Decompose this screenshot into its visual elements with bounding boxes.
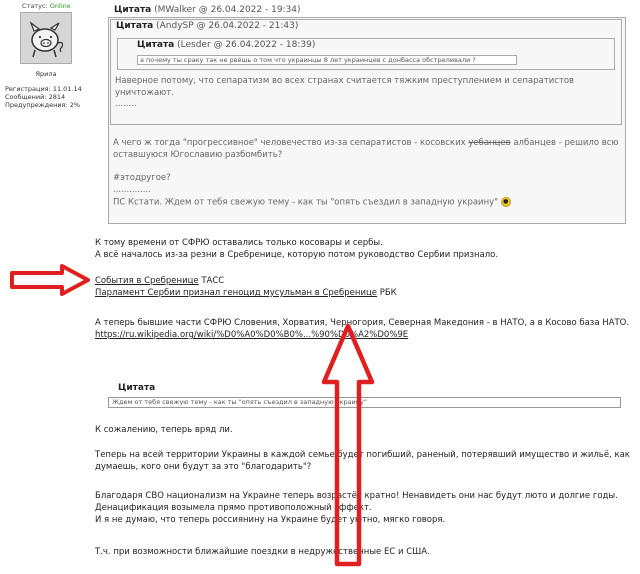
link-source: РБК <box>379 288 397 298</box>
quote-andysp-text: Наверное потому, что сепаратизм во всех … <box>115 76 574 111</box>
quote-mwalker-text: А чего ж тогда "прогрессивное" человечес… <box>113 138 619 209</box>
username[interactable]: Ярила <box>0 70 92 78</box>
post-link-row: Парламент Сербии признал геноцид мусульм… <box>95 287 397 299</box>
quote-andysp-line: Наверное потому, что сепаратизм во всех … <box>115 76 575 86</box>
avatar[interactable] <box>20 12 72 64</box>
user-status: Статус: Online <box>22 2 71 10</box>
quote-mwalker-line: А чего ж тогда "прогрессивное" человечес… <box>113 138 619 150</box>
quote-mwalker-line <box>113 162 619 174</box>
quote-lesder: Цитата (Lesder @ 26.04.2022 - 18:39) а п… <box>117 38 615 70</box>
status-label: Статус: <box>22 2 48 10</box>
quote-header-mwalker: Цитата (MWalker @ 26.04.2022 - 19:34) <box>114 5 301 15</box>
quote-header-lesder: Цитата (Lesder @ 26.04.2022 - 18:39) <box>137 40 315 50</box>
link-source: ТАСС <box>201 276 225 286</box>
arrow-right-icon <box>10 264 90 296</box>
quote-lesder-text: а почему ты сраку так не рвёшь о том что… <box>137 55 517 65</box>
post-line: К тому времени от СФРЮ оставались только… <box>95 238 383 248</box>
quote-mwalker-line: ПС Кстати. Ждем от тебя свежую тему - ка… <box>113 196 619 209</box>
quote-meta: (Lesder @ 26.04.2022 - 18:39) <box>177 40 316 50</box>
quote-mwalker-line: оставшуюся Югославию разбомбить? <box>113 149 283 160</box>
arrow-up-icon <box>321 323 375 567</box>
avatar-pig-icon <box>21 13 71 63</box>
link-srebrenica-events[interactable]: События в Сребренице <box>95 276 199 286</box>
quote-label: Цитата <box>114 5 152 15</box>
user-info: Регистрация: 11.01.14 Сообщений: 2814 Пр… <box>5 85 82 109</box>
quote-line-tail: албанцев - решило всю <box>513 138 619 148</box>
post-paragraph-1: К тому времени от СФРЮ оставались только… <box>95 237 498 261</box>
quote-andysp-line: ........ <box>115 99 137 109</box>
quote-label: Цитата <box>137 40 175 50</box>
status-online: Online <box>49 2 71 10</box>
quote-line-text: ПС Кстати. Ждем от тебя свежую тему - ка… <box>113 197 499 208</box>
quote-label: Цитата <box>116 21 154 31</box>
post-paragraph-6: Т.ч. при возможности ближайшие поездки в… <box>95 547 430 557</box>
post-link-row: События в Сребренице ТАСС <box>95 275 397 287</box>
quote-mwalker: Цитата (MWalker @ 26.04.2022 - 19:34) Ци… <box>108 5 626 224</box>
quote-strike-text: уебанцев <box>468 138 511 148</box>
quote-mwalker-line: #этодругое? <box>113 173 171 184</box>
quote-header-andysp: Цитата (AndySP @ 26.04.2022 - 21:43) <box>116 21 298 31</box>
quote-meta: (AndySP @ 26.04.2022 - 21:43) <box>156 21 299 31</box>
quote-header-short: Цитата <box>118 383 156 393</box>
post-paragraph-3: К сожалению, теперь вряд ли. <box>95 425 233 435</box>
quote-mwalker-line: .............. <box>113 185 151 196</box>
user-warnings: Предупреждения: 2% <box>5 100 81 109</box>
quote-meta: (MWalker @ 26.04.2022 - 19:34) <box>154 5 301 15</box>
link-serbia-parliament[interactable]: Парламент Сербии признал геноцид мусульм… <box>95 288 377 298</box>
post-line: А всё началось из-за резни в Сребренице,… <box>95 250 499 260</box>
quote-line-text: А чего ж тогда "прогрессивное" человечес… <box>113 138 466 148</box>
cool-icon: ● <box>500 196 511 207</box>
post-links: События в Сребренице ТАСС Парламент Серб… <box>95 275 397 299</box>
quote-andysp: Цитата (AndySP @ 26.04.2022 - 21:43) Цит… <box>110 19 622 125</box>
quote-andysp-line: уничтожают. <box>115 87 174 98</box>
